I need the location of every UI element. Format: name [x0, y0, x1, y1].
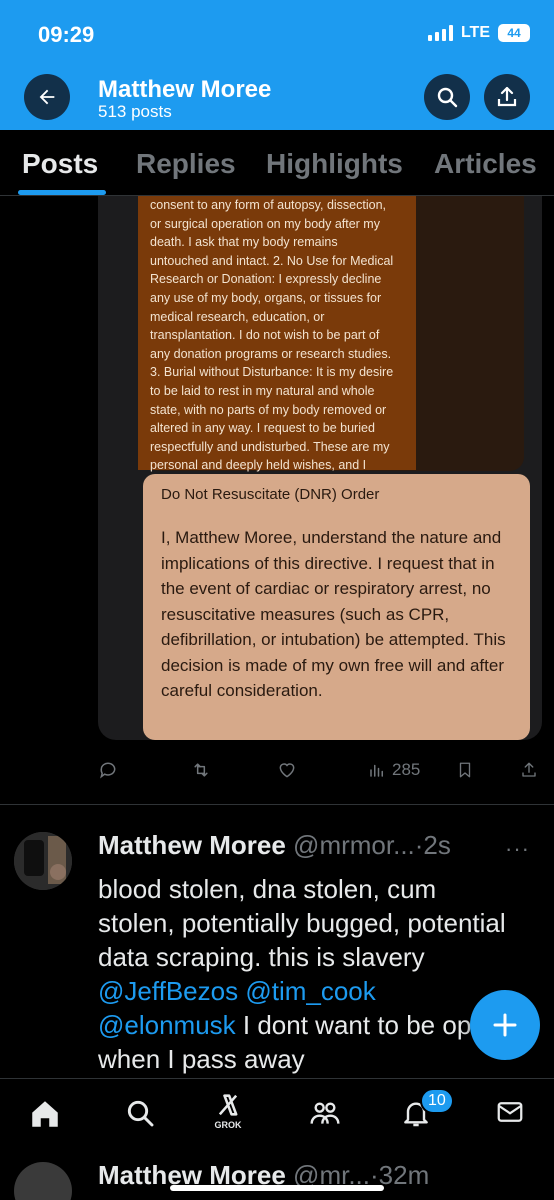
share-post-button[interactable] — [520, 760, 538, 780]
views-button[interactable]: 285 — [368, 760, 420, 780]
more-options-icon[interactable]: ··· — [505, 836, 530, 862]
nav-messages[interactable] — [494, 1097, 526, 1127]
reply-button[interactable] — [98, 760, 118, 780]
doc-line: or surgical operation on my body after m… — [150, 216, 380, 231]
profile-header: 09:29 LTE 44 Matthew Moree 513 posts — [0, 0, 554, 130]
repost-button[interactable] — [190, 760, 212, 780]
nav-home[interactable] — [28, 1097, 62, 1131]
avatar[interactable] — [14, 832, 72, 890]
document-image-dnr[interactable]: Do Not Resuscitate (DNR) Order I, Matthe… — [143, 474, 530, 740]
doc-line: altered in any way. I request to be buri… — [150, 421, 375, 436]
doc-line: to be laid to rest in my natural and who… — [150, 383, 375, 398]
bookmark-button[interactable] — [456, 760, 474, 780]
tweet-author-name[interactable]: Matthew Moree — [98, 830, 286, 860]
dnr-body: I, Matthew Moree, understand the nature … — [161, 528, 506, 700]
tweet-text-part: blood stolen, dna stolen, cum stolen, po… — [98, 874, 506, 972]
search-button[interactable] — [424, 74, 470, 120]
bottom-navigation: GROK — [0, 1078, 554, 1154]
grok-icon — [218, 1094, 238, 1116]
doc-line: 3. Burial without Disturbance: It is my … — [150, 365, 394, 380]
search-icon — [437, 87, 458, 108]
doc-line: consent to any form of autopsy, dissecti… — [150, 198, 387, 212]
profile-tabs: Posts Replies Highlights Articles — [0, 130, 554, 196]
mail-icon — [497, 1102, 523, 1122]
share-icon — [497, 86, 517, 107]
battery-icon: 44 — [498, 24, 530, 42]
home-icon — [32, 1101, 58, 1127]
doc-line: any use of my body, organs, or tissues f… — [150, 290, 382, 305]
tweet-handle-time[interactable]: @mrmor...·2s — [293, 830, 451, 860]
doc-line: respectfully and undisturbed. These are … — [150, 439, 390, 454]
doc-line: untouched and intact. 2. No Use for Medi… — [150, 253, 394, 268]
views-count: 285 — [392, 760, 421, 779]
nav-grok[interactable]: GROK — [214, 1091, 242, 1130]
doc-line: state, with no parts of my body removed … — [150, 402, 387, 417]
notifications-badge: 10 — [420, 1088, 454, 1114]
share-icon — [522, 762, 536, 777]
tweet-header: Matthew Moree @mrmor...·2s — [98, 830, 451, 861]
home-indicator — [170, 1185, 384, 1191]
reply-icon — [100, 762, 116, 779]
nav-communities[interactable] — [308, 1097, 342, 1129]
share-button[interactable] — [484, 74, 530, 120]
bookmark-icon — [459, 762, 471, 778]
nav-search[interactable] — [124, 1097, 156, 1129]
post-divider — [0, 804, 554, 805]
back-arrow-icon — [39, 89, 55, 105]
tab-posts[interactable]: Posts — [22, 148, 98, 180]
dnr-title: Do Not Resuscitate (DNR) Order — [161, 486, 380, 503]
network-label: LTE — [460, 24, 490, 41]
doc-line: personal and deeply held wishes, and I — [150, 458, 367, 473]
tab-articles[interactable]: Articles — [434, 148, 537, 180]
compose-button[interactable] — [470, 990, 540, 1060]
grok-label: GROK — [214, 1120, 242, 1130]
views-icon — [370, 764, 383, 777]
status-indicators: LTE 44 — [427, 24, 530, 42]
plus-icon — [493, 1013, 517, 1037]
active-tab-indicator — [18, 190, 106, 195]
avatar[interactable] — [14, 1162, 72, 1200]
mention-link[interactable]: @JeffBezos — [98, 976, 238, 1006]
signal-icon — [427, 25, 453, 41]
post-actions: 285 — [98, 754, 542, 786]
status-time: 09:29 — [38, 22, 95, 47]
search-icon — [127, 1100, 154, 1127]
like-icon — [279, 763, 295, 778]
doc-line: Research or Donation: I expressly declin… — [150, 272, 382, 287]
communities-icon — [310, 1102, 340, 1124]
doc-line: any donation programs or research studie… — [150, 346, 392, 361]
back-button[interactable] — [24, 74, 70, 120]
doc-line: transplantation. I do not wish to be par… — [150, 328, 380, 343]
mention-link[interactable]: @elonmusk — [98, 1010, 236, 1040]
doc-line: death. I ask that my body remains — [150, 235, 338, 250]
repost-icon — [194, 763, 208, 777]
doc-line: medical research, education, or — [150, 309, 325, 324]
like-button[interactable] — [276, 760, 298, 780]
tweet-text: blood stolen, dna stolen, cum stolen, po… — [98, 872, 518, 1076]
document-image-brown[interactable]: consent to any form of autopsy, dissecti… — [138, 196, 416, 472]
profile-name: Matthew Moree — [98, 76, 272, 103]
tab-highlights[interactable]: Highlights — [266, 148, 403, 180]
post-count: 513 posts — [98, 102, 172, 121]
tab-replies[interactable]: Replies — [136, 148, 236, 180]
mention-link[interactable]: @tim_cook — [245, 976, 375, 1006]
